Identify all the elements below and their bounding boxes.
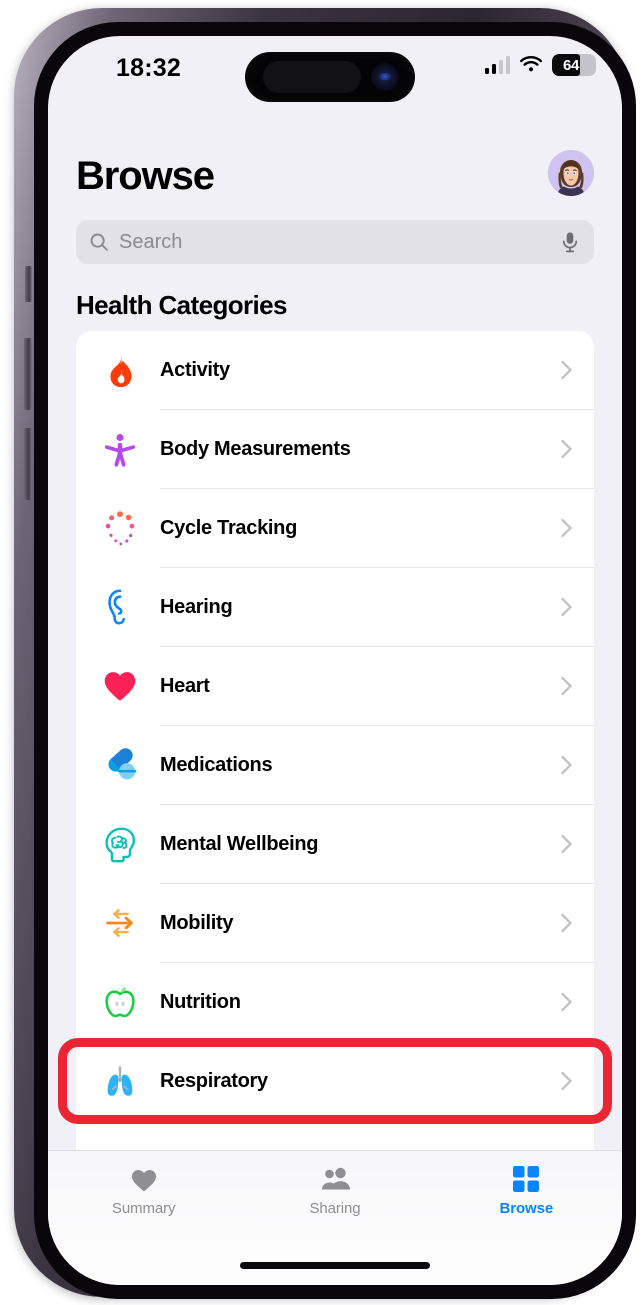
category-label: Mental Wellbeing <box>160 832 319 855</box>
heart-icon <box>96 662 144 710</box>
category-row-cycle-tracking[interactable]: Cycle Tracking <box>76 489 594 567</box>
category-label: Heart <box>160 674 210 697</box>
chevron-right-icon <box>561 755 572 775</box>
page-title: Browse <box>76 154 215 198</box>
tab-label: Browse <box>499 1200 554 1217</box>
pills-icon <box>96 741 144 789</box>
category-label: Activity <box>160 358 230 381</box>
arrows-icon <box>96 899 144 947</box>
header: Browse <box>76 150 594 204</box>
tab-bar: Summary Sharing Browse <box>48 1150 622 1285</box>
category-row-medications[interactable]: Medications <box>76 726 594 804</box>
cycle-dots-icon <box>96 504 144 552</box>
chevron-right-icon <box>561 597 572 617</box>
category-row-activity[interactable]: Activity <box>76 331 594 409</box>
cellular-signal-icon <box>484 56 510 74</box>
grid-icon <box>509 1165 543 1193</box>
phone-frame: 18:32 64 Browse Search Health Categories… <box>14 8 636 1299</box>
battery-icon: 64 <box>552 54 596 76</box>
volume-up-button[interactable] <box>24 338 32 410</box>
microphone-icon[interactable] <box>560 231 580 253</box>
chevron-right-icon <box>561 913 572 933</box>
tab-browse[interactable]: Browse <box>431 1165 622 1217</box>
ear-icon <box>96 583 144 631</box>
category-label: Hearing <box>160 595 233 618</box>
avatar[interactable] <box>548 150 594 196</box>
category-label: Cycle Tracking <box>160 516 297 539</box>
front-camera-icon <box>371 63 399 91</box>
wifi-icon <box>519 56 543 74</box>
category-row-heart[interactable]: Heart <box>76 647 594 725</box>
apple-icon <box>96 978 144 1026</box>
dynamic-island <box>245 52 415 102</box>
category-row-mental-wellbeing[interactable]: Mental Wellbeing <box>76 805 594 883</box>
chevron-right-icon <box>561 834 572 854</box>
brain-head-icon <box>96 820 144 868</box>
search-bar[interactable]: Search <box>76 220 594 264</box>
search-icon <box>89 232 109 252</box>
flame-icon <box>96 346 144 394</box>
category-label: Medications <box>160 753 273 776</box>
section-title: Health Categories <box>76 290 287 320</box>
chevron-right-icon <box>561 676 572 696</box>
category-row-hearing[interactable]: Hearing <box>76 568 594 646</box>
status-bar: 18:32 64 <box>48 36 622 104</box>
category-row-respiratory[interactable]: Respiratory <box>76 1042 594 1120</box>
status-time: 18:32 <box>116 54 181 82</box>
people-icon <box>318 1165 352 1193</box>
category-label: Body Measurements <box>160 437 351 460</box>
category-row-mobility[interactable]: Mobility <box>76 884 594 962</box>
category-label: Respiratory <box>160 1069 268 1092</box>
chevron-right-icon <box>561 1071 572 1091</box>
phone-screen: 18:32 64 Browse Search Health Categories… <box>48 36 622 1285</box>
chevron-right-icon <box>561 360 572 380</box>
heart-icon <box>127 1165 161 1193</box>
dynamic-island-inner <box>263 61 361 93</box>
browse-screen: Browse Search Health Categories Activity… <box>48 104 622 1219</box>
status-indicators: 64 <box>484 54 596 76</box>
chevron-right-icon <box>561 439 572 459</box>
tab-summary[interactable]: Summary <box>48 1165 239 1217</box>
tab-label: Summary <box>111 1200 176 1217</box>
tab-label: Sharing <box>309 1200 361 1217</box>
lungs-icon <box>96 1057 144 1105</box>
tab-sharing[interactable]: Sharing <box>239 1165 430 1217</box>
category-label: Nutrition <box>160 990 241 1013</box>
category-label: Mobility <box>160 911 234 934</box>
volume-down-button[interactable] <box>24 428 32 500</box>
home-indicator[interactable] <box>240 1262 430 1269</box>
health-categories-card: Activity Body Measurements Cycle Trackin… <box>76 331 594 1199</box>
chevron-right-icon <box>561 518 572 538</box>
category-row-nutrition[interactable]: Nutrition <box>76 963 594 1041</box>
mute-switch[interactable] <box>25 266 32 302</box>
screenshot-stage: 18:32 64 Browse Search Health Categories… <box>0 0 642 1305</box>
chevron-right-icon <box>561 992 572 1012</box>
search-input[interactable]: Search <box>119 231 182 254</box>
body-figure-icon <box>96 425 144 473</box>
battery-percent: 64 <box>562 56 580 74</box>
category-row-body-measurements[interactable]: Body Measurements <box>76 410 594 488</box>
